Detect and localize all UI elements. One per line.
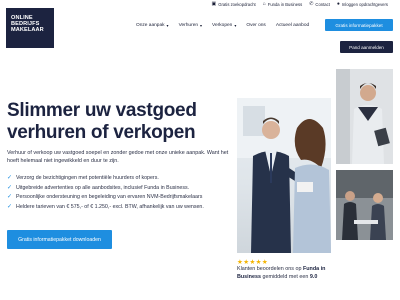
chevron-down-icon: ▾: [166, 22, 169, 28]
chevron-down-icon: ▾: [200, 22, 203, 28]
feature-text: Uitgebreide advertenties op alle aanbods…: [16, 184, 190, 191]
topbar-link-login[interactable]: ● Inloggen opdrachtgevers: [336, 0, 388, 7]
feature-text: Persoonlijke ondersteuning en begeleidin…: [16, 194, 203, 200]
chevron-down-icon: ▾: [234, 22, 237, 28]
nav-item-verhuren[interactable]: Verhuren ▾: [179, 23, 202, 28]
page-title: Slimmer uw vastgoed verhuren of verkopen: [7, 100, 197, 143]
topbar-label: Inloggen opdrachtgevers: [341, 1, 388, 7]
hero-photo-handshake: [237, 98, 331, 253]
topbar-label: Contact: [315, 1, 330, 7]
nav-label: Verhuren: [178, 22, 199, 28]
rating-score: 9.0: [309, 274, 318, 280]
topbar-link-contact[interactable]: ✆ Contact: [309, 0, 330, 7]
home-icon: ⌂: [262, 0, 266, 7]
hero-intro: Verhuur of verkoop uw vastgoed soepel en…: [7, 150, 229, 165]
feature-list: ✓ Verzorg de bezichtigingen met potentiël…: [7, 174, 237, 212]
nav-label: Onze aanpak: [136, 22, 165, 28]
list-item: ✓ Heldere tarieven van € 575,- of € 1.250…: [7, 203, 237, 213]
site-logo[interactable]: ONLINE BEDRIJFS MAKELAAR: [6, 8, 54, 48]
nav-label: Verkopen: [212, 22, 233, 28]
register-property-button[interactable]: Pand aanmelden: [340, 41, 393, 53]
feature-text: Heldere tarieven van € 575,- of € 1.250,…: [16, 203, 204, 210]
nav-item-over-ons[interactable]: Over ons: [246, 23, 265, 28]
calendar-icon: ▣: [211, 0, 217, 7]
nav-item-verkopen[interactable]: Verkopen ▾: [212, 23, 236, 28]
utility-bar: ▣ Gratis zoekopdracht ⌂ Funda in Busines…: [0, 0, 400, 8]
user-icon: ●: [336, 0, 340, 7]
phone-icon: ✆: [309, 0, 314, 7]
topbar-label: Funda in Business: [267, 1, 303, 7]
topbar-link-funda[interactable]: ⌂ Funda in Business: [262, 0, 303, 7]
nav-item-onze-aanpak[interactable]: Onze aanpak ▾: [136, 23, 169, 28]
topbar-label: Gratis zoekopdracht: [218, 1, 256, 7]
check-icon: ✓: [7, 175, 13, 181]
photo-meeting-room: [336, 170, 393, 240]
list-item: ✓ Uitgebreide advertenties op alle aanbod…: [7, 184, 237, 194]
rating-text: Klanten beoordelen ons op Funda in Busin…: [237, 265, 337, 281]
check-icon: ✓: [7, 184, 13, 191]
main-nav: Onze aanpak ▾ Verhuren ▾ Verkopen ▾ Over…: [136, 20, 309, 30]
info-package-button[interactable]: Gratis informatiepakket: [325, 19, 393, 31]
check-icon: ✓: [7, 203, 13, 210]
nav-item-actueel-aanbod[interactable]: Actueel aanbod: [276, 23, 309, 28]
photo-man-tablet: [336, 69, 393, 164]
list-item: ✓ Persoonlijke ondersteuning en begeleidi…: [7, 193, 237, 203]
rating-prefix: Klanten beoordelen ons op: [237, 266, 303, 272]
logo-line: MAKELAAR: [11, 27, 44, 33]
check-icon: ✓: [7, 194, 13, 200]
download-info-button[interactable]: Gratis informatiepakket downloaden: [7, 230, 112, 249]
nav-label: Actueel aanbod: [275, 22, 310, 28]
list-item: ✓ Verzorg de bezichtigingen met potentiël…: [7, 174, 237, 184]
feature-text: Verzorg de bezichtigingen met potentiële…: [16, 175, 159, 181]
topbar-link-zoekopdracht[interactable]: ▣ Gratis zoekopdracht: [211, 0, 256, 7]
nav-label: Over ons: [246, 22, 266, 28]
rating-mid: gemiddeld met een: [260, 274, 310, 280]
